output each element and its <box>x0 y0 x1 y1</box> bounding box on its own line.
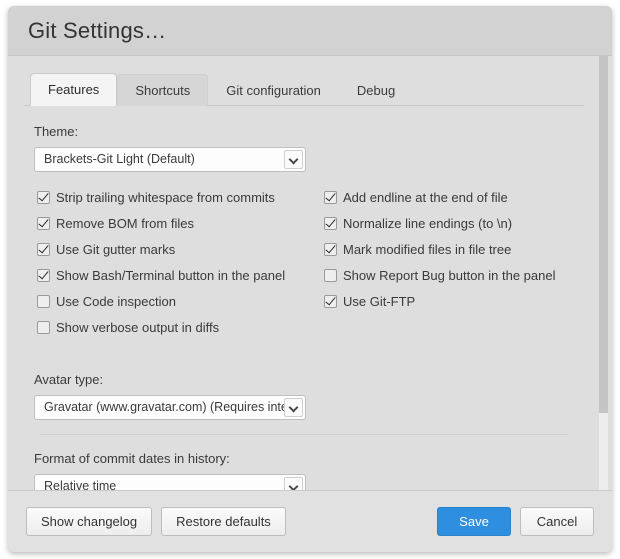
checkbox-mark-modified-files[interactable]: Mark modified files in file tree <box>324 240 604 266</box>
checkbox-show-bash-terminal-button[interactable]: Show Bash/Terminal button in the panel <box>37 266 327 292</box>
checkbox-icon[interactable] <box>37 269 50 282</box>
dialog-title: Git Settings… <box>28 17 167 43</box>
avatar-type-select[interactable]: Gravatar (www.gravatar.com) (Requires in… <box>34 395 306 420</box>
feature-column-left: Strip trailing whitespace from commits R… <box>37 188 327 344</box>
checkbox-icon[interactable] <box>324 191 337 204</box>
commit-date-format-value: Relative time <box>44 479 117 490</box>
checkbox-label: Strip trailing whitespace from commits <box>56 190 275 205</box>
tab-debug[interactable]: Debug <box>339 74 413 106</box>
checkbox-icon[interactable] <box>324 243 337 256</box>
checkbox-normalize-line-endings[interactable]: Normalize line endings (to \n) <box>324 214 604 240</box>
checkbox-use-code-inspection[interactable]: Use Code inspection <box>37 292 327 318</box>
feature-checkbox-grid: Strip trailing whitespace from commits R… <box>34 188 574 350</box>
cancel-button[interactable]: Cancel <box>520 507 594 536</box>
dialog-titlebar: Git Settings… <box>8 6 612 56</box>
checkbox-use-git-ftp[interactable]: Use Git-FTP <box>324 292 604 318</box>
checkbox-show-verbose-output[interactable]: Show verbose output in diffs <box>37 318 327 344</box>
checkbox-label: Use Code inspection <box>56 294 176 309</box>
checkbox-label: Show Report Bug button in the panel <box>343 268 556 283</box>
checkbox-icon[interactable] <box>37 295 50 308</box>
section-divider <box>40 434 568 435</box>
checkbox-git-gutter-marks[interactable]: Use Git gutter marks <box>37 240 327 266</box>
commit-date-format-select[interactable]: Relative time <box>34 474 306 490</box>
checkbox-label: Use Git gutter marks <box>56 242 176 257</box>
chevron-down-icon <box>284 150 303 169</box>
theme-select[interactable]: Brackets-Git Light (Default) <box>34 147 306 172</box>
checkbox-icon[interactable] <box>37 243 50 256</box>
checkbox-icon[interactable] <box>37 217 50 230</box>
checkbox-label: Show Bash/Terminal button in the panel <box>56 268 286 283</box>
checkbox-show-report-bug-button[interactable]: Show Report Bug button in the panel <box>324 266 604 292</box>
features-panel: Theme: Brackets-Git Light (Default) Stri… <box>24 106 584 490</box>
chevron-down-icon <box>284 398 303 417</box>
dialog-footer: Show changelog Restore defaults Save Can… <box>8 490 612 552</box>
tab-features[interactable]: Features <box>30 73 118 106</box>
checkbox-strip-trailing-whitespace[interactable]: Strip trailing whitespace from commits <box>37 188 327 214</box>
checkbox-icon[interactable] <box>324 269 337 282</box>
checkbox-icon[interactable] <box>324 295 337 308</box>
show-changelog-button[interactable]: Show changelog <box>26 507 153 536</box>
scrollbar-thumb[interactable] <box>599 56 608 413</box>
avatar-type-label: Avatar type: <box>34 372 104 387</box>
checkbox-label: Use Git-FTP <box>343 294 416 309</box>
vertical-scrollbar[interactable] <box>599 56 608 490</box>
chevron-down-icon <box>284 477 303 490</box>
tab-git-configuration[interactable]: Git configuration <box>208 74 339 106</box>
commit-date-format-label: Format of commit dates in history: <box>34 451 230 466</box>
checkbox-label: Normalize line endings (to \n) <box>343 216 513 231</box>
theme-select-value: Brackets-Git Light (Default) <box>44 152 195 166</box>
checkbox-icon[interactable] <box>324 217 337 230</box>
checkbox-label: Remove BOM from files <box>56 216 194 231</box>
checkbox-add-endline[interactable]: Add endline at the end of file <box>324 188 604 214</box>
checkbox-label: Mark modified files in file tree <box>343 242 512 257</box>
tab-shortcuts[interactable]: Shortcuts <box>117 74 209 106</box>
dialog-body: Features Shortcuts Git configuration Deb… <box>8 56 612 490</box>
checkbox-icon[interactable] <box>37 191 50 204</box>
save-button[interactable]: Save <box>437 507 511 536</box>
restore-defaults-button[interactable]: Restore defaults <box>161 507 286 536</box>
tab-bar: Features Shortcuts Git configuration Deb… <box>24 72 584 106</box>
checkbox-remove-bom[interactable]: Remove BOM from files <box>37 214 327 240</box>
feature-column-right: Add endline at the end of file Normalize… <box>324 188 604 318</box>
git-settings-dialog: Git Settings… Features Shortcuts Git con… <box>8 6 612 552</box>
avatar-type-select-value: Gravatar (www.gravatar.com) (Requires in… <box>44 400 288 414</box>
checkbox-label: Show verbose output in diffs <box>56 320 220 335</box>
checkbox-icon[interactable] <box>37 321 50 334</box>
checkbox-label: Add endline at the end of file <box>343 190 508 205</box>
theme-label: Theme: <box>34 124 79 139</box>
